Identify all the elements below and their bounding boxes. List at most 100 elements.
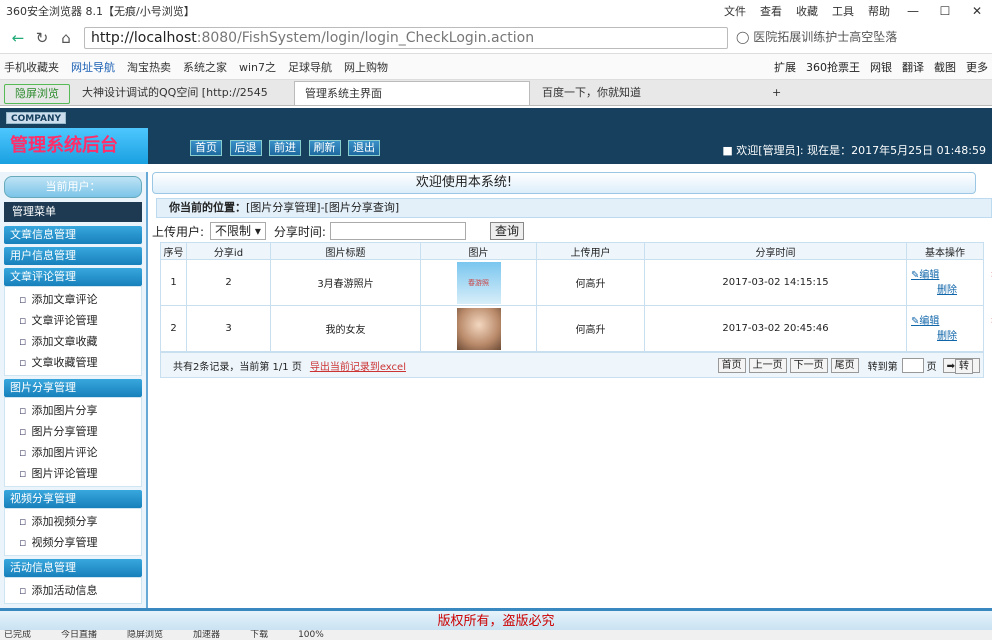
edit-link[interactable]: 编辑 [919,316,939,327]
goto-label: 转到第 [867,361,898,373]
sidebar-item[interactable]: 图片分享管理 [5,421,141,442]
cell-picture [420,305,537,352]
page-unit: 页 [926,361,937,373]
export-excel-link[interactable]: 导出当前记录到excel [310,358,406,373]
sidebar-item[interactable]: 添加活动信息 [5,580,141,601]
bank-button[interactable]: 网银 [870,59,892,75]
menu-favorites[interactable]: 收藏 [796,3,818,19]
sidebar-item[interactable]: 文章评论管理 [5,310,141,331]
status-zoom[interactable]: 100% [298,630,324,640]
delete-link[interactable]: 删除 [937,285,957,296]
sidebar-item[interactable]: 添加视频分享 [5,511,141,532]
menu-help[interactable]: 帮助 [868,3,890,19]
sidebar-item[interactable]: 添加文章收藏 [5,331,141,352]
query-button[interactable]: 查询 [489,222,524,240]
new-tab-icon[interactable]: + [762,81,791,105]
sidebar-group-article[interactable]: 文章信息管理 [4,226,142,244]
tab-qq-space[interactable]: 大神设计调试的QQ空间 [http://2545 [72,81,292,105]
user-select[interactable]: 不限制 ▾ [210,222,266,240]
next-page-button[interactable]: 下一页 [789,357,828,373]
more-button[interactable]: 更多 [966,59,988,75]
tab-bar: 隐屏浏览 大神设计调试的QQ空间 [http://2545 管理系统主界面 百度… [0,80,992,106]
picture-thumbnail[interactable] [456,307,501,350]
page-number-input[interactable] [901,357,924,373]
bookmark-item[interactable]: 系统之家 [183,59,227,75]
first-page-button[interactable]: 首页 [717,357,746,373]
nav-refresh-button[interactable]: 刷新 [308,140,341,156]
status-live[interactable]: 今日直播 [61,630,97,640]
bookmark-item[interactable]: 网址导航 [71,59,115,75]
cell-id: 2 [186,259,271,306]
sidebar-group-user[interactable]: 用户信息管理 [4,247,142,265]
cell-actions: ✎编辑 删除 ✖ [906,305,992,352]
bookmark-item[interactable]: win7之 [239,59,276,75]
prev-page-button[interactable]: 上一页 [748,357,787,373]
bookmark-item[interactable]: 手机收藏夹 [4,59,59,75]
go-button[interactable]: ➡ 转 [942,357,980,374]
bookmark-item[interactable]: 网上购物 [344,59,388,75]
picture-thumbnail[interactable]: 春游照 [456,261,501,304]
sidebar-item[interactable]: 添加图片分享 [5,400,141,421]
minimize-icon[interactable]: — [904,4,922,18]
search-text: 医院拓展训练护士高空坠落 [753,29,898,44]
position-value: [图片分享管理]-[图片分享查询] [246,201,400,214]
search-input[interactable]: ◯ 医院拓展训练护士高空坠落 [736,27,986,49]
sidebar-item[interactable]: 视频分享管理 [5,532,141,553]
welcome-user: ■ 欢迎[管理员]: 现在是：2017年5月25日 01:48:59 [722,144,986,157]
title-menu: 文件 查看 收藏 工具 帮助 — ☐ ✕ [710,3,986,19]
url-input[interactable]: http://localhost:8080/FishSystem/login/l… [84,26,728,49]
status-hidden[interactable]: 隐屏浏览 [127,630,163,640]
refresh-icon[interactable]: ↻ [30,29,54,47]
tab-hidden-browse[interactable]: 隐屏浏览 [4,83,70,104]
sidebar-item[interactable]: 图片评论管理 [5,463,141,484]
status-download[interactable]: 下载 [250,630,268,640]
sidebar-item[interactable]: 添加图片评论 [5,442,141,463]
extension-button[interactable]: 扩展 [774,59,796,75]
menu-title: 管理菜单 [4,202,142,222]
sidebar-item[interactable]: 文章收藏管理 [5,352,141,373]
breadcrumb: 你当前的位置：[图片分享管理]-[图片分享查询] [156,198,992,218]
user-select-value: 不限制 [215,224,252,238]
table-row: 1 2 3月春游照片 春游照 何高升 2017-03-02 14:15:15 ✎… [160,259,992,306]
edit-link[interactable]: 编辑 [919,270,939,281]
main-content: 欢迎使用本系统! 你当前的位置：[图片分享管理]-[图片分享查询] 上传用户: … [152,172,992,608]
home-icon[interactable]: ⌂ [54,29,78,47]
copyright-footer: 版权所有，盗版必究 [0,608,992,630]
tab-baidu[interactable]: 百度一下，你就知道 [532,81,760,105]
sidebar-item[interactable]: 添加文章评论 [5,289,141,310]
sidebar-group-comment[interactable]: 文章评论管理 [4,268,142,286]
cell-user: 何高升 [536,259,645,306]
translate-button[interactable]: 翻译 [902,59,924,75]
bookmark-item[interactable]: 足球导航 [288,59,332,75]
cell-id: 3 [186,305,271,352]
menu-tools[interactable]: 工具 [832,3,854,19]
cell-user: 何高升 [536,305,645,352]
status-accel[interactable]: 加速器 [193,630,220,640]
status-bar: 已完成 今日直播 隐屏浏览 加速器 下载 100% [0,630,992,640]
menu-view[interactable]: 查看 [760,3,782,19]
col-header: 基本操作 [906,242,984,260]
cell-picture: 春游照 [420,259,537,306]
ticket-button[interactable]: 360抢票王 [806,59,860,75]
nav-forward-button[interactable]: 前进 [269,140,301,156]
nav-logout-button[interactable]: 退出 [348,140,380,156]
menu-file[interactable]: 文件 [724,3,746,19]
browser-titlebar: 360安全浏览器 8.1【无痕/小号浏览】 文件 查看 收藏 工具 帮助 — ☐… [0,0,992,22]
nav-back-button[interactable]: 后退 [229,140,262,156]
screenshot-button[interactable]: 截图 [934,59,956,75]
delete-link[interactable]: 删除 [937,331,957,342]
back-icon[interactable]: ← [6,29,30,47]
sidebar-group-activity[interactable]: 活动信息管理 [4,559,142,577]
close-icon[interactable]: ✕ [968,4,986,18]
sidebar-group-picture[interactable]: 图片分享管理 [4,379,142,397]
time-input[interactable] [329,222,466,240]
bookmark-item[interactable]: 淘宝热卖 [127,59,171,75]
sidebar-submenu: 添加活动信息 [4,577,142,604]
maximize-icon[interactable]: ☐ [936,4,954,18]
last-page-button[interactable]: 尾页 [830,357,859,373]
tab-main[interactable]: 管理系统主界面 [294,80,530,105]
nav-home-button[interactable]: 首页 [190,140,222,156]
cell-title: 我的女友 [270,305,421,352]
sidebar-group-video[interactable]: 视频分享管理 [4,490,142,508]
col-header: 分享id [186,242,271,260]
